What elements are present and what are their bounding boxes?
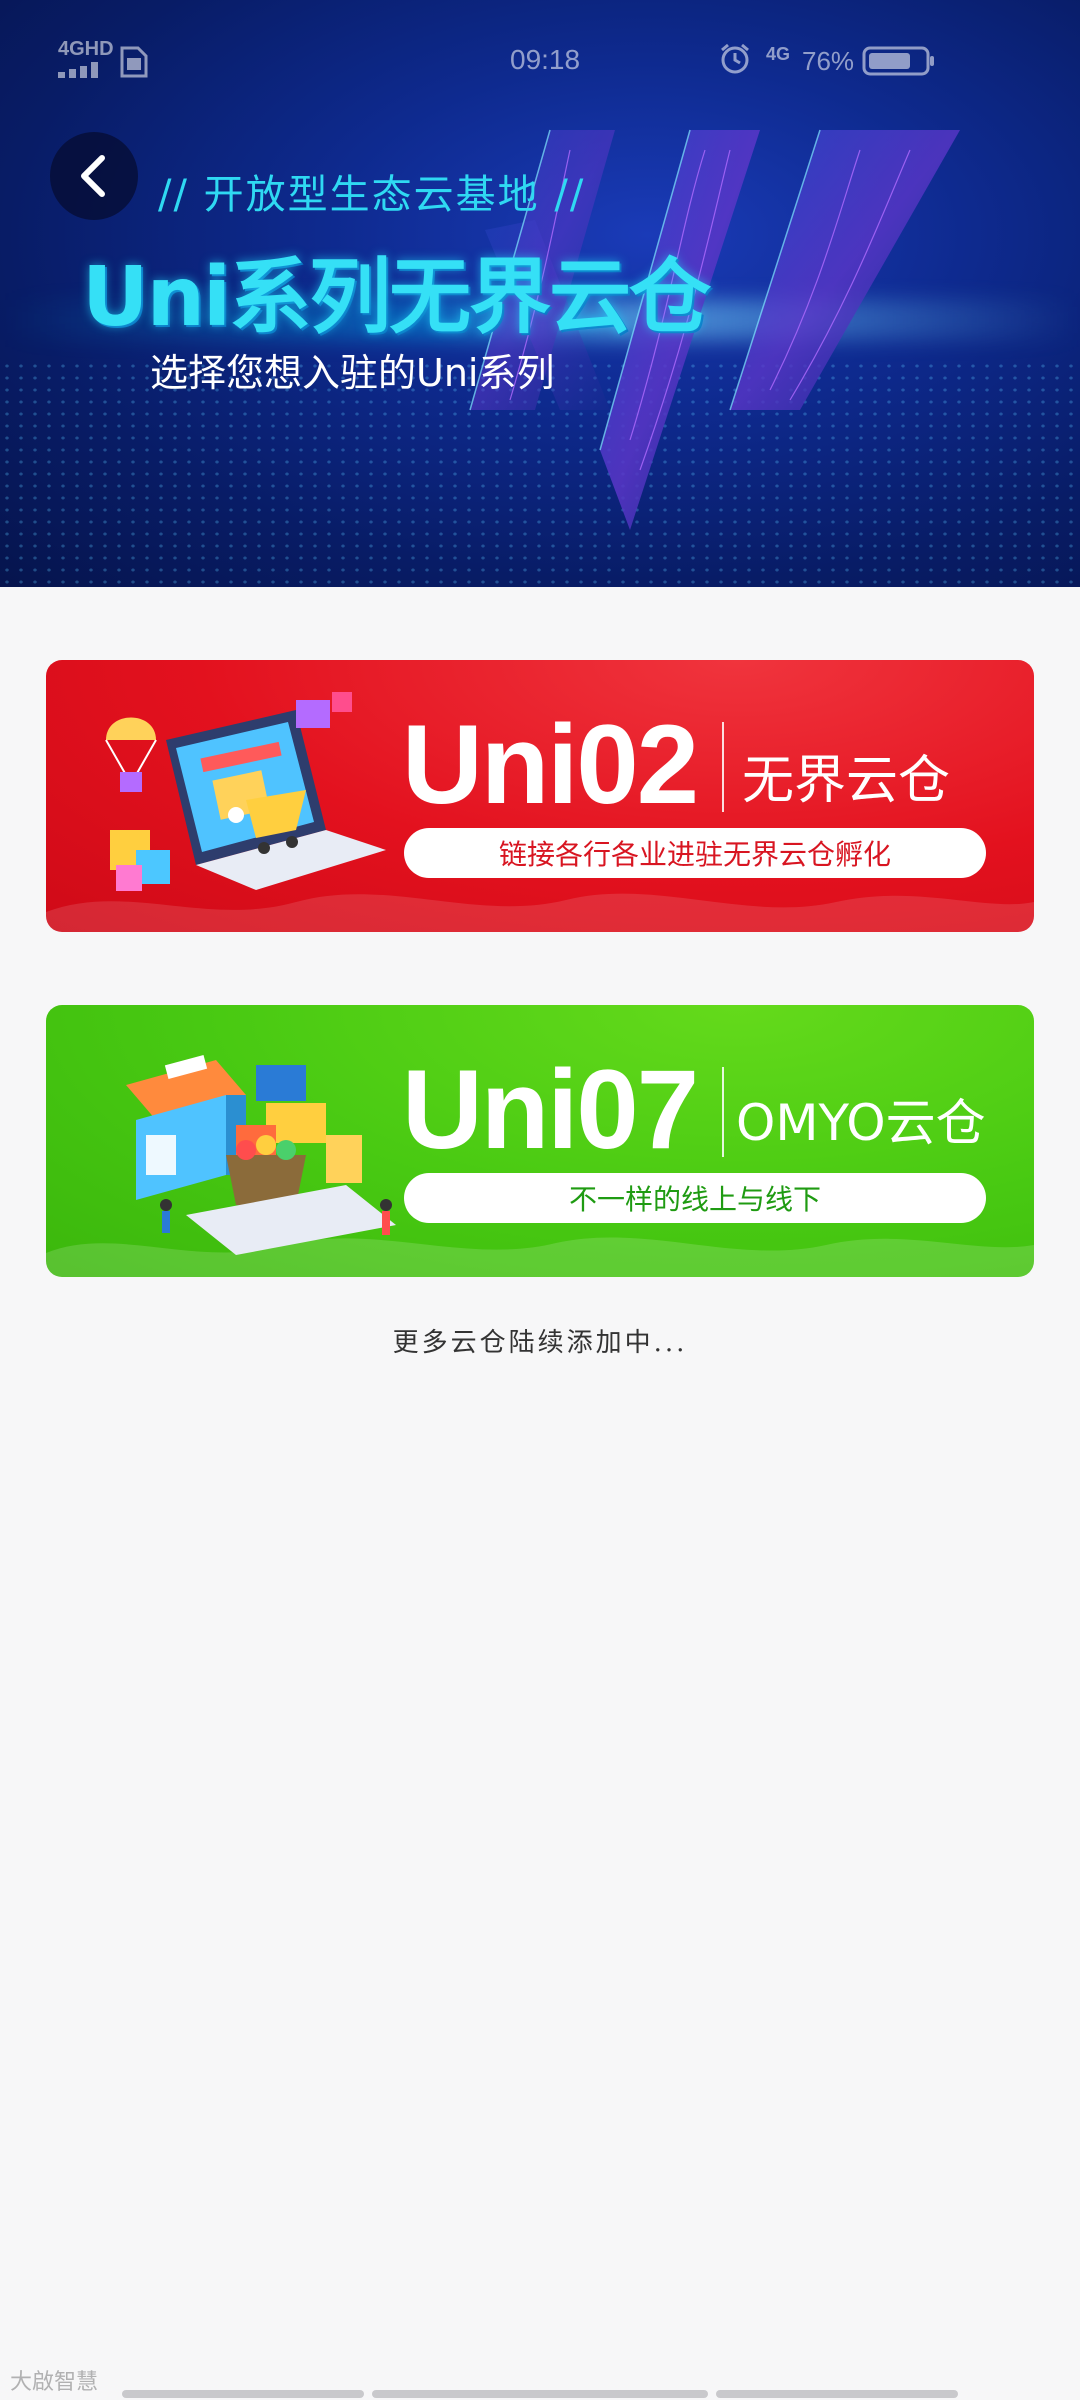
nav-indicator [122, 2390, 364, 2398]
bottom-nav-indicators [0, 2388, 1080, 2400]
card-tagline: 无界云仓 [742, 751, 951, 811]
card-tagline: OMYO云仓 [736, 1094, 986, 1152]
back-button[interactable] [50, 132, 138, 220]
status-bar: 4GHD 09:18 4G 76% [0, 0, 1080, 120]
mobile-data-label: 4G [766, 44, 791, 64]
card-code: Uni02 [402, 702, 699, 827]
signal-strength-icon [58, 62, 98, 78]
sim-card-icon [120, 46, 148, 78]
uni07-card[interactable]: Uni07 OMYO云仓 不一样的线上与线下 [46, 1005, 1034, 1277]
status-time: 09:18 [510, 44, 581, 75]
battery-fill [869, 53, 910, 69]
card-description-pill: 不一样的线上与线下 [404, 1173, 986, 1223]
hero-subtitle: 选择您想入驻的Uni系列 [150, 351, 555, 395]
battery-icon [862, 46, 934, 76]
hero-slogan: // 开放型生态云基地 // [158, 172, 586, 218]
more-coming-note: 更多云仓陆续添加中... [392, 1328, 688, 1358]
battery-percent: 76% [802, 46, 855, 76]
card-description-pill: 链接各行各业进驻无界云仓孵化 [404, 828, 986, 878]
store-illustration [126, 1055, 396, 1255]
card-code: Uni07 [402, 1047, 699, 1172]
card-divider [722, 1067, 724, 1157]
shopping-illustration [105, 692, 386, 891]
alarm-clock-icon [721, 43, 749, 74]
hero-banner: 4GHD 09:18 4G 76% // 开放型生态云基地 // Uni系列无界… [0, 0, 1080, 587]
hero-title: Uni系列无界云仓 [82, 250, 711, 345]
nav-indicator [372, 2390, 708, 2398]
card-divider [722, 722, 724, 812]
network-type-label: 4GHD [58, 38, 114, 60]
chevron-left-icon [81, 155, 105, 197]
uni02-card[interactable]: Uni02 无界云仓 链接各行各业进驻无界云仓孵化 [46, 660, 1034, 932]
nav-indicator [716, 2390, 958, 2398]
